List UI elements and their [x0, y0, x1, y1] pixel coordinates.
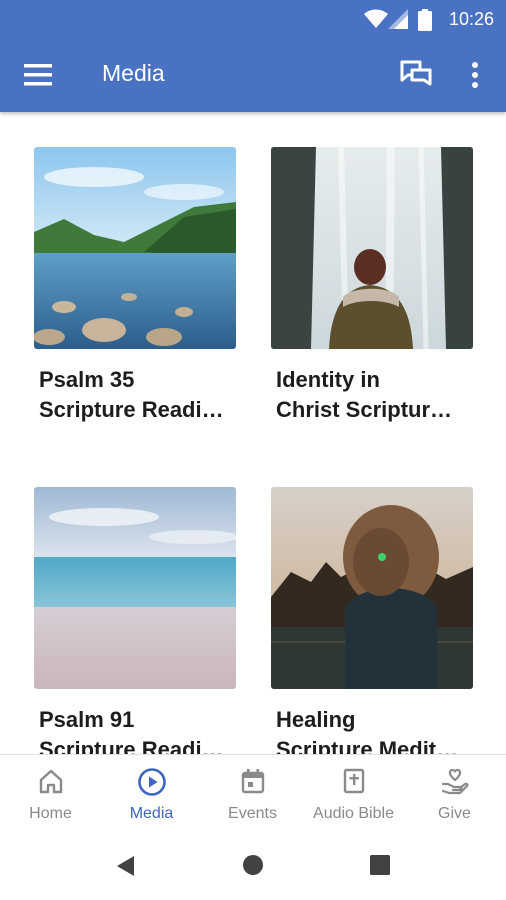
system-nav-bar	[0, 828, 506, 900]
media-title-line: Scripture Medit…	[276, 737, 459, 754]
media-title-line: Scripture Readi…	[39, 397, 224, 422]
wifi-icon	[364, 9, 388, 28]
media-card[interactable]: Identity in Christ Scriptur…	[271, 147, 475, 425]
media-title: Psalm 91 Scripture Readi…	[39, 705, 235, 754]
nav-label: Audio Bible	[313, 805, 394, 822]
media-title-line: Psalm 91	[39, 707, 135, 732]
nav-item-give[interactable]: Give	[404, 755, 505, 829]
status-bar: 10:26	[0, 0, 506, 38]
home-circle-icon[interactable]	[242, 854, 264, 876]
media-card[interactable]: Psalm 91 Scripture Readi…	[34, 487, 238, 754]
media-thumbnail	[34, 487, 236, 689]
calendar-icon	[241, 769, 264, 794]
media-title-line: Healing	[276, 707, 356, 732]
media-thumbnail	[271, 487, 473, 689]
back-icon[interactable]	[114, 854, 136, 878]
home-icon	[39, 769, 62, 794]
more-vert-icon[interactable]	[464, 58, 486, 92]
battery-icon	[418, 9, 432, 31]
give-heart-icon	[441, 768, 468, 795]
nav-label: Media	[129, 805, 174, 822]
nav-label: Events	[228, 805, 277, 822]
bottom-nav: Home Media Events Audio Bible Give	[0, 754, 506, 828]
nav-item-home[interactable]: Home	[0, 755, 101, 829]
nav-item-events[interactable]: Events	[202, 755, 303, 829]
app-bar: Media	[0, 38, 506, 112]
nav-item-audio-bible[interactable]: Audio Bible	[303, 755, 404, 829]
media-card[interactable]: Psalm 35 Scripture Readi…	[34, 147, 238, 425]
media-title-line: Christ Scriptur…	[276, 397, 453, 422]
media-title-line: Scripture Readi…	[39, 737, 224, 754]
page-title: Media	[102, 60, 165, 86]
nav-label: Give	[438, 805, 471, 822]
nav-item-media[interactable]: Media	[101, 755, 202, 829]
media-card[interactable]: Healing Scripture Medit…	[271, 487, 475, 754]
menu-icon[interactable]	[22, 60, 56, 90]
media-thumbnail	[34, 147, 236, 349]
status-time: 10:26	[448, 9, 494, 29]
media-thumbnail	[271, 147, 473, 349]
media-title-line: Psalm 35	[39, 367, 135, 392]
chat-icon[interactable]	[398, 58, 434, 92]
recents-icon[interactable]	[369, 854, 391, 876]
media-title: Psalm 35 Scripture Readi…	[39, 365, 235, 425]
media-title-line: Identity in	[276, 367, 380, 392]
signal-icon	[388, 9, 408, 29]
media-grid: Psalm 35 Scripture Readi… Identity in Ch…	[0, 112, 506, 754]
nav-label: Home	[29, 805, 72, 822]
play-circle-icon	[137, 768, 166, 796]
bible-icon	[343, 768, 364, 794]
media-title: Identity in Christ Scriptur…	[276, 365, 472, 425]
media-title: Healing Scripture Medit…	[276, 705, 472, 754]
